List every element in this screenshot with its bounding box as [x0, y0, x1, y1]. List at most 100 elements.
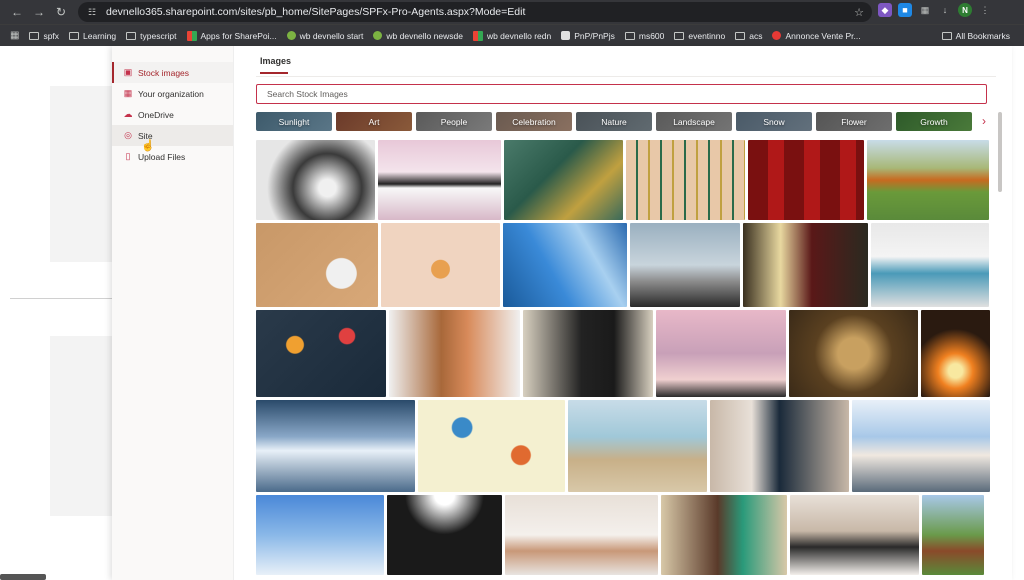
stock-image-golden-gate[interactable]: [256, 495, 384, 575]
stock-image-bokeh-lights[interactable]: [256, 310, 386, 397]
stock-image-beach-walk[interactable]: [568, 400, 707, 492]
puzzle-icon[interactable]: ▦: [918, 3, 932, 17]
stock-image-dancers[interactable]: [387, 495, 502, 575]
nav-site[interactable]: ◎ Site: [112, 125, 233, 146]
chevron-right-icon[interactable]: ›: [982, 114, 986, 128]
url-text[interactable]: devnello365.sharepoint.com/sites/pb_home…: [106, 6, 854, 18]
stock-image-wine-glasses[interactable]: [743, 223, 868, 307]
stock-image-medical-team[interactable]: [871, 223, 989, 307]
nav-stock-images[interactable]: ▣ Stock images: [112, 62, 233, 83]
stock-image-packing[interactable]: [504, 140, 623, 220]
stock-image-toothbrushes[interactable]: [626, 140, 745, 220]
stock-image-businesswoman[interactable]: [710, 400, 849, 492]
nav-onedrive[interactable]: ☁ OneDrive: [112, 104, 233, 125]
category-celebration[interactable]: Celebration: [496, 112, 572, 131]
bookmark-item[interactable]: spfx: [29, 31, 59, 41]
category-growth[interactable]: Growth: [896, 112, 972, 131]
stock-image-highland-cow[interactable]: [922, 495, 984, 575]
category-snow[interactable]: Snow: [736, 112, 812, 131]
page-placeholder: [50, 86, 112, 262]
stock-images-content: Images Sunlight Art People Celebration N…: [256, 46, 1002, 580]
extension-icon[interactable]: ◆: [878, 3, 892, 17]
apps-grid-icon[interactable]: ▦: [10, 30, 19, 41]
bookmark-item[interactable]: eventinno: [674, 31, 725, 41]
bookmark-item[interactable]: typescript: [126, 30, 177, 41]
extension-icon[interactable]: ■: [898, 3, 912, 17]
site-info-icon[interactable]: ☷: [86, 6, 98, 18]
category-flower[interactable]: Flower: [816, 112, 892, 131]
stock-image-spiral-staircase[interactable]: [256, 140, 375, 220]
stock-image-wedding-couple[interactable]: [790, 495, 919, 575]
bookmark-label: typescript: [140, 30, 177, 41]
bookmark-label: All Bookmarks: [955, 30, 1010, 41]
search-input[interactable]: [267, 89, 986, 99]
stock-image-theater-seats[interactable]: [748, 140, 864, 220]
stock-image-mother-daughter-balcony[interactable]: [852, 400, 990, 492]
bookmark-item[interactable]: ms600: [624, 30, 665, 41]
file-picker-sidebar: ▣ Stock images ▦ Your organization ☁ One…: [112, 46, 234, 580]
category-art[interactable]: Art: [336, 112, 412, 131]
download-icon[interactable]: ↓: [938, 3, 952, 17]
stock-image-autumn-lake[interactable]: [867, 140, 989, 220]
mouse-cursor-icon: ☝: [141, 140, 155, 152]
image-row: [256, 400, 990, 492]
category-nature[interactable]: Nature: [576, 112, 652, 131]
folder-icon: [29, 31, 40, 40]
stock-image-relaxing-woman[interactable]: [505, 495, 658, 575]
page-scroll-indicator: [0, 574, 46, 580]
bookmark-label: ms600: [638, 30, 665, 41]
stock-image-rocket-launch[interactable]: [921, 310, 990, 397]
nav-upload-files[interactable]: ▯ Upload Files: [112, 146, 233, 167]
apps-icon: [186, 30, 197, 41]
image-row: [256, 140, 989, 220]
stock-image-memorial[interactable]: [630, 223, 740, 307]
stock-image-pastries[interactable]: [789, 310, 918, 397]
bookmark-item[interactable]: wb devnello newsde: [373, 31, 463, 41]
bookmark-item[interactable]: Learning: [69, 31, 116, 41]
image-icon: ▣: [123, 67, 133, 77]
stock-image-maze-illustration[interactable]: [418, 400, 565, 492]
apps-icon: [472, 30, 483, 41]
address-bar[interactable]: ☷ devnello365.sharepoint.com/sites/pb_ho…: [78, 2, 872, 22]
bookmark-label: spfx: [43, 30, 60, 41]
site-favicon-icon: [286, 31, 296, 40]
bookmarks-bar: ▦ spfx Learning typescript Apps for Shar…: [0, 24, 1024, 46]
bookmark-item[interactable]: acs: [735, 31, 762, 41]
bookmark-label: Annonce Vente Pr...: [785, 30, 861, 41]
bookmark-item[interactable]: wb devnello start: [286, 31, 363, 41]
stock-image-wedding-hands[interactable]: [523, 310, 653, 397]
scrollbar[interactable]: [998, 112, 1002, 192]
stock-image-piano[interactable]: [378, 140, 501, 220]
forward-icon[interactable]: →: [30, 3, 48, 21]
category-sunlight[interactable]: Sunlight: [256, 112, 332, 131]
building-icon: ▦: [123, 88, 133, 98]
stock-image-industrial-sunset[interactable]: [656, 310, 786, 397]
bookmark-item[interactable]: Annonce Vente Pr...: [772, 30, 861, 41]
tab-images[interactable]: Images: [260, 56, 291, 66]
stock-image-mother-child[interactable]: [389, 310, 520, 397]
bookmark-label: Learning: [83, 30, 117, 41]
stock-image-arctic-ice[interactable]: [256, 400, 415, 492]
folder-icon: [941, 31, 952, 40]
bookmark-item[interactable]: PnP/PnPjs: [561, 31, 615, 41]
all-bookmarks[interactable]: All Bookmarks: [941, 30, 1010, 41]
bookmark-star-icon[interactable]: ☆: [854, 6, 864, 19]
category-people[interactable]: People: [416, 112, 492, 131]
category-landscape[interactable]: Landscape: [656, 112, 732, 131]
pnp-icon: [561, 31, 571, 40]
bookmark-item[interactable]: wb devnello redn: [472, 30, 551, 41]
stock-image-woman-portrait[interactable]: [661, 495, 787, 575]
bookmark-item[interactable]: Apps for SharePoi...: [186, 30, 277, 41]
stock-image-skyscrapers[interactable]: [503, 223, 627, 307]
profile-avatar[interactable]: N: [958, 3, 972, 17]
stock-image-illustration-family[interactable]: [381, 223, 500, 307]
stock-image-gift-tag[interactable]: [256, 223, 378, 307]
nav-your-organization[interactable]: ▦ Your organization: [112, 83, 233, 104]
search-box[interactable]: [256, 84, 987, 104]
reload-icon[interactable]: ↻: [52, 3, 70, 21]
nav-label: OneDrive: [138, 109, 174, 120]
back-icon[interactable]: ←: [8, 3, 26, 21]
folder-icon: [624, 31, 635, 40]
menu-icon[interactable]: ⋮: [978, 3, 992, 17]
folder-icon: [126, 31, 137, 40]
